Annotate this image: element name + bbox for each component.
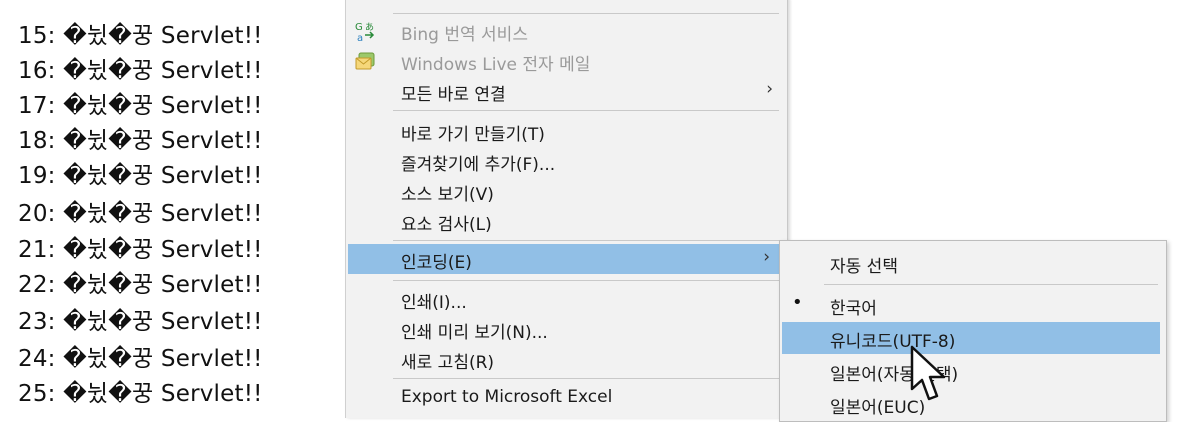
menu-item-bing-translate[interactable]: G あ a Bing 번역 서비스 [346,16,787,46]
submenu-arrow-icon: › [766,79,773,99]
output-line: 22: �뉬�꿍 Servlet!! [18,272,263,298]
submenu-arrow-icon: › [763,247,770,267]
output-line: 23: �뉬�꿍 Servlet!! [18,309,263,335]
output-line: 18: �뉬�꿍 Servlet!! [18,128,263,154]
menu-item-create-shortcut[interactable]: 바로 가기 만들기(T) [346,116,787,146]
menu-item-label: 소스 보기(V) [401,185,494,205]
menu-item-label: Windows Live 전자 메일 [401,55,591,75]
menu-item-label: 요소 검사(L) [401,215,492,235]
submenu-item-auto-select[interactable]: 자동 선택 [780,247,1166,279]
output-line: 24: �뉬�꿍 Servlet!! [18,346,263,372]
menu-separator [393,13,779,14]
submenu-item-japanese-auto[interactable]: 일본어(자동 선택) [780,355,1166,387]
submenu-item-japanese-euc[interactable]: 일본어(EUC) [780,388,1166,420]
selected-bullet-icon: • [792,292,803,313]
menu-item-view-source[interactable]: 소스 보기(V) [346,176,787,206]
menu-item-label: 바로 가기 만들기(T) [401,125,545,145]
page-content: 15: �뉬�꿍 Servlet!! 16: �뉬�꿍 Servlet!! 17… [0,0,345,409]
output-line: 21: �뉬�꿍 Servlet!! [18,237,263,263]
output-line: 16: �뉬�꿍 Servlet!! [18,58,263,84]
menu-item-all-shortcuts[interactable]: 모든 바로 연결 › [346,76,787,106]
submenu-item-unicode-utf8[interactable]: 유니코드(UTF-8) [782,322,1160,354]
output-line: 15: �뉬�꿍 Servlet!! [18,23,263,49]
submenu-item-label: 한국어 [830,299,877,319]
menu-item-print[interactable]: 인쇄(I)... [346,284,787,314]
menu-item-label: Bing 번역 서비스 [401,25,528,45]
submenu-item-korean[interactable]: • 한국어 [780,289,1166,321]
menu-item-live-mail[interactable]: Windows Live 전자 메일 [346,46,787,76]
svg-text:G: G [355,22,363,33]
translate-icon: G あ a [355,20,377,44]
menu-item-label: 새로 고침(R) [401,353,495,373]
output-line: 25: �뉬�꿍 Servlet!! [18,381,263,407]
context-menu: G あ a Bing 번역 서비스 Windows Live 전자 메일 모든 … [345,0,788,418]
menu-item-print-preview[interactable]: 인쇄 미리 보기(N)... [346,314,787,344]
menu-item-label: 모든 바로 연결 [401,85,506,105]
encoding-submenu: 자동 선택 • 한국어 유니코드(UTF-8) 일본어(자동 선택) 일본어(E… [779,240,1167,422]
svg-text:a: a [357,33,363,42]
menu-item-label: 인쇄(I)... [401,293,467,313]
menu-separator [824,284,1158,285]
menu-separator [393,280,779,281]
output-line: 19: �뉬�꿍 Servlet!! [18,163,263,189]
menu-item-encoding[interactable]: 인코딩(E) › [348,244,784,274]
menu-separator [393,110,779,111]
menu-separator [393,378,779,379]
output-line: 17: �뉬�꿍 Servlet!! [18,93,263,119]
menu-item-inspect-element[interactable]: 요소 검사(L) [346,206,787,236]
svg-text:あ: あ [365,22,374,33]
menu-item-label: 즐겨찾기에 추가(F)... [401,155,556,175]
menu-item-add-favorites[interactable]: 즐겨찾기에 추가(F)... [346,146,787,176]
output-line: 20: �뉬�꿍 Servlet!! [18,201,263,227]
menu-item-refresh[interactable]: 새로 고침(R) [346,344,787,374]
submenu-item-label: 자동 선택 [830,257,898,277]
mail-icon [355,50,377,72]
menu-item-label: 인코딩(E) [401,253,472,273]
menu-separator [393,240,779,241]
menu-item-label: Export to Microsoft Excel [401,387,613,407]
menu-item-label: 인쇄 미리 보기(N)... [401,323,548,343]
mouse-pointer-icon [910,345,946,401]
